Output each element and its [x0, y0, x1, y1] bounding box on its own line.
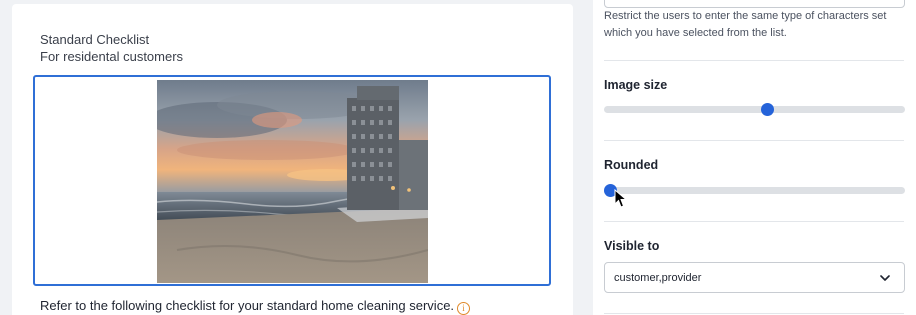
visible-to-label: Visible to: [604, 239, 660, 253]
mouse-pointer-icon: [614, 189, 628, 208]
rounded-label: Rounded: [604, 158, 659, 172]
form-canvas: Standard Checklist For residental custom…: [12, 4, 573, 315]
properties-panel: Restrict the users to enter the same typ…: [593, 0, 916, 315]
character-set-field[interactable]: [604, 0, 905, 8]
checklist-subtitle: For residental customers: [40, 49, 184, 64]
image-size-slider-thumb[interactable]: [760, 103, 774, 116]
checklist-title: Standard Checklist: [40, 32, 150, 47]
image-size-label: Image size: [604, 78, 668, 92]
beach-sunset-photo: [157, 80, 428, 283]
selected-image-block[interactable]: [33, 75, 551, 286]
info-icon[interactable]: i: [457, 302, 471, 315]
checklist-image: [157, 80, 428, 283]
image-size-slider[interactable]: [604, 103, 905, 116]
visible-to-select[interactable]: customer,provider: [604, 262, 905, 293]
divider: [604, 221, 904, 222]
divider: [604, 313, 904, 314]
divider: [604, 140, 904, 141]
visible-to-value: customer,provider: [614, 272, 702, 284]
chevron-down-icon: [880, 275, 890, 281]
divider: [604, 60, 904, 61]
rounded-slider[interactable]: [604, 184, 905, 197]
restrict-help-text: Restrict the users to enter the same typ…: [604, 10, 887, 39]
checklist-description: Refer to the following checklist for you…: [40, 298, 471, 315]
